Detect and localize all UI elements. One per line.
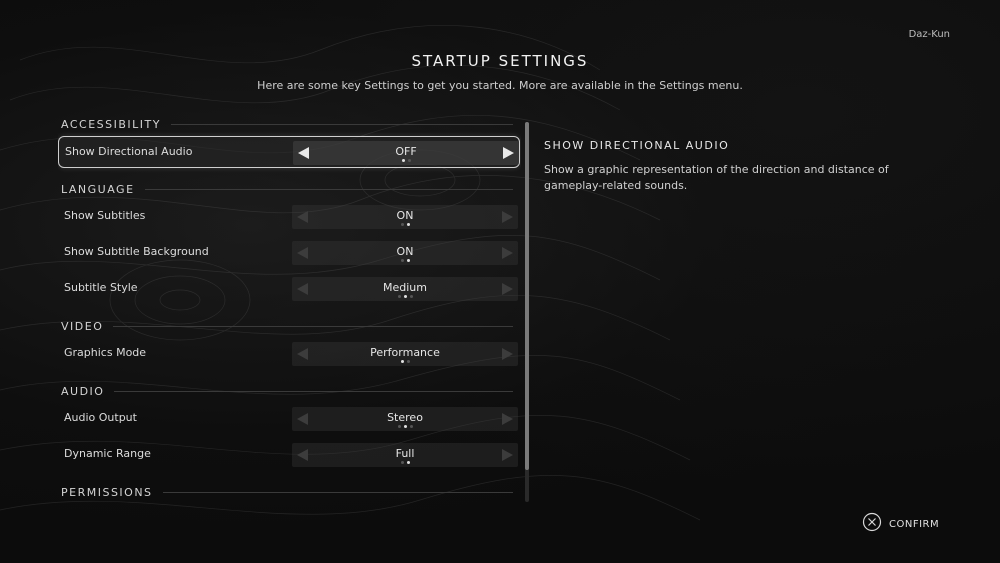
option-dot — [409, 295, 413, 298]
section-label: ACCESSIBILITY — [61, 117, 161, 131]
section-divider — [144, 188, 513, 190]
option-value: Medium — [383, 281, 427, 294]
setting-label: Audio Output — [64, 411, 137, 424]
section-divider — [113, 325, 513, 327]
setting-label: Show Directional Audio — [65, 145, 193, 158]
option-dots — [292, 461, 518, 464]
setting-label: Show Subtitle Background — [64, 245, 209, 258]
option-dot — [403, 295, 407, 298]
startup-settings-screen: Daz-Kun STARTUP SETTINGS Here are some k… — [0, 0, 1000, 563]
option-dot — [406, 360, 410, 363]
option-selector[interactable]: OFF — [293, 141, 519, 165]
option-dots — [292, 425, 518, 428]
option-dot — [401, 159, 405, 162]
option-dot — [409, 425, 413, 428]
setting-label: Dynamic Range — [64, 447, 151, 460]
option-selector[interactable]: ON — [292, 241, 518, 265]
setting-row-subtitle-style[interactable]: Subtitle Style Medium — [58, 273, 520, 305]
option-dot — [397, 295, 401, 298]
section-label: PERMISSIONS — [61, 485, 153, 499]
setting-row-show-subtitle-background[interactable]: Show Subtitle Background ON — [58, 237, 520, 269]
confirm-label: CONFIRM — [889, 518, 940, 530]
option-dot — [406, 223, 410, 226]
section-divider — [170, 123, 513, 125]
option-dot — [403, 425, 407, 428]
setting-label: Show Subtitles — [64, 209, 146, 222]
arrow-right-icon[interactable] — [499, 245, 515, 261]
arrow-right-icon[interactable] — [499, 447, 515, 463]
setting-label: Subtitle Style — [64, 281, 138, 294]
option-value: Stereo — [387, 411, 423, 424]
detail-description: Show a graphic representation of the dir… — [544, 163, 889, 192]
username: Daz-Kun — [908, 29, 950, 40]
option-selector[interactable]: Stereo — [292, 407, 518, 431]
setting-label: Graphics Mode — [64, 346, 147, 359]
settings-list: ACCESSIBILITY Show Directional Audio OFF — [58, 112, 521, 507]
option-selector[interactable]: ON — [292, 205, 518, 229]
option-dot — [400, 360, 404, 363]
option-selector[interactable]: Performance — [292, 342, 518, 366]
option-dots — [293, 159, 519, 162]
setting-row-dynamic-range[interactable]: Dynamic Range Full — [58, 439, 520, 471]
cross-button-icon — [862, 512, 882, 536]
section-audio: AUDIO — [61, 381, 513, 401]
arrow-right-icon[interactable] — [499, 411, 515, 427]
setting-row-audio-output[interactable]: Audio Output Stereo — [58, 403, 520, 435]
option-dot — [406, 461, 410, 464]
setting-row-graphics-mode[interactable]: Graphics Mode Performance — [58, 338, 520, 370]
arrow-right-icon[interactable] — [499, 346, 515, 362]
detail-title: SHOW DIRECTIONAL AUDIO — [544, 139, 730, 152]
option-value: Full — [395, 447, 415, 460]
section-language: LANGUAGE — [61, 179, 513, 199]
option-dot — [406, 259, 410, 262]
confirm-button[interactable]: CONFIRM — [862, 512, 939, 536]
section-divider — [162, 491, 513, 493]
option-value: Performance — [370, 346, 440, 359]
section-accessibility: ACCESSIBILITY — [61, 114, 513, 134]
section-permissions: PERMISSIONS — [61, 482, 513, 502]
section-video: VIDEO — [61, 316, 513, 336]
page-title: STARTUP SETTINGS — [411, 52, 589, 70]
setting-row-show-directional-audio[interactable]: Show Directional Audio OFF — [58, 136, 520, 168]
option-selector[interactable]: Medium — [292, 277, 518, 301]
scrollbar-thumb[interactable] — [525, 122, 529, 470]
option-dots — [292, 259, 518, 262]
option-dot — [400, 223, 404, 226]
option-dots — [292, 360, 518, 363]
arrow-right-icon[interactable] — [500, 145, 516, 161]
option-dot — [400, 461, 404, 464]
section-label: LANGUAGE — [61, 182, 135, 196]
section-divider — [114, 390, 513, 392]
option-selector[interactable]: Full — [292, 443, 518, 467]
setting-row-show-subtitles[interactable]: Show Subtitles ON — [58, 201, 520, 233]
section-label: AUDIO — [61, 384, 105, 398]
arrow-right-icon[interactable] — [499, 209, 515, 225]
option-dot — [407, 159, 411, 162]
option-value: ON — [396, 209, 414, 222]
option-dot — [400, 259, 404, 262]
option-value: OFF — [395, 145, 417, 158]
option-value: ON — [396, 245, 414, 258]
page-subtitle: Here are some key Settings to get you st… — [257, 79, 743, 92]
option-dots — [292, 223, 518, 226]
arrow-right-icon[interactable] — [499, 281, 515, 297]
section-label: VIDEO — [61, 319, 104, 333]
option-dots — [292, 295, 518, 298]
option-dot — [397, 425, 401, 428]
